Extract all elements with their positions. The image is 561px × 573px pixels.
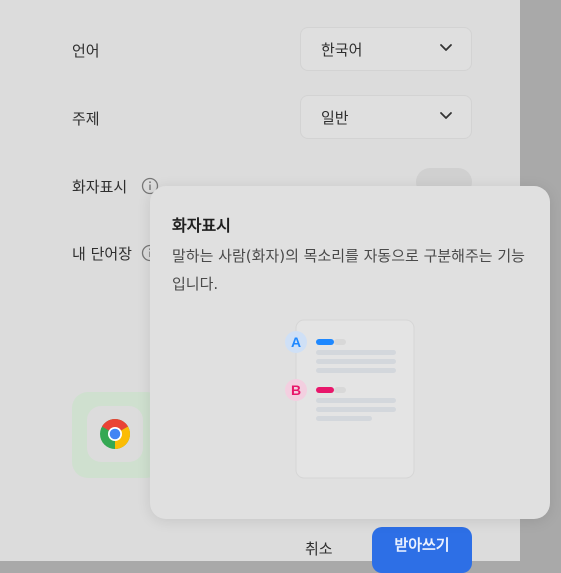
cancel-button[interactable]: 취소	[305, 538, 333, 559]
chrome-icon	[100, 418, 131, 449]
chevron-down-icon	[440, 44, 452, 51]
tooltip-title: 화자표시	[172, 216, 231, 235]
language-label: 언어	[72, 42, 100, 60]
chrome-app-icon[interactable]	[87, 406, 143, 462]
chevron-down-icon	[440, 112, 452, 119]
tooltip-description: 말하는 사람(화자)의 목소리를 자동으로 구분해주는 기능입니다.	[172, 247, 525, 293]
topic-value: 일반	[321, 109, 349, 127]
topic-label: 주제	[72, 110, 100, 128]
speaker-b-letter: B	[291, 382, 301, 398]
speaker-display-label: 화자표시	[72, 178, 128, 196]
my-words-label: 내 단어장	[72, 245, 132, 263]
speaker-display-tooltip: 화자표시 말하는 사람(화자)의 목소리를 자동으로 구분해주는 기능입니다. …	[150, 186, 550, 519]
dictation-button[interactable]: 받아쓰기	[372, 527, 472, 573]
speaker-illustration: A B	[285, 319, 415, 479]
language-select[interactable]: 한국어	[300, 27, 472, 71]
topic-select[interactable]: 일반	[300, 95, 472, 139]
language-value: 한국어	[321, 41, 363, 59]
speaker-a-letter: A	[291, 334, 301, 350]
